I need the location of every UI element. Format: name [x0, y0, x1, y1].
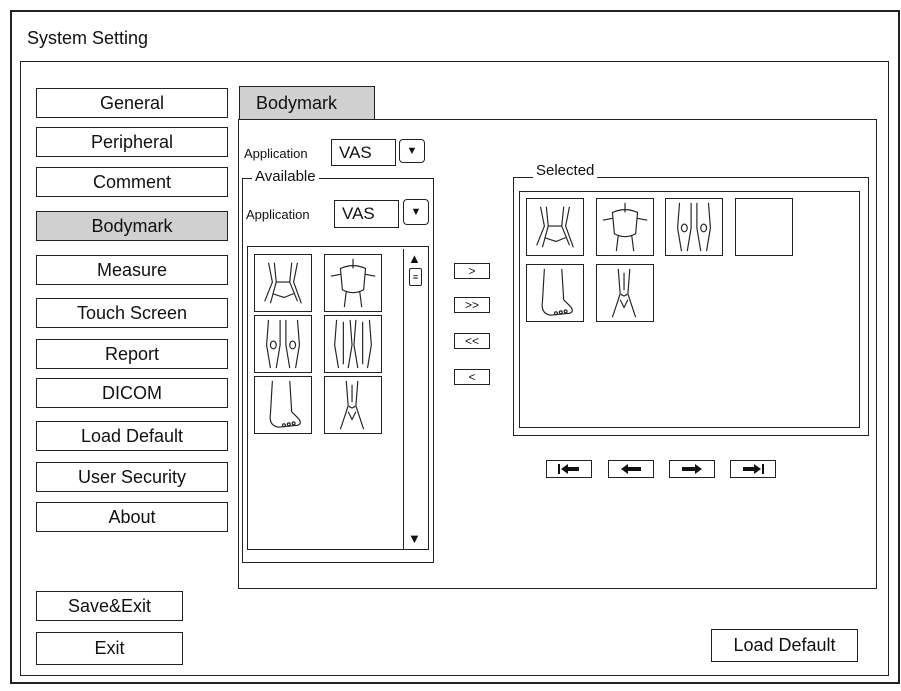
tab-bodymark[interactable]: Bodymark [239, 86, 375, 120]
selected-bodymark-empty-slot[interactable] [735, 198, 793, 256]
leg-vein-icon [339, 380, 365, 430]
foot-icon [541, 268, 573, 316]
vessels-icon [536, 206, 574, 248]
available-bodymark-legs-front[interactable] [254, 315, 312, 373]
vessels-icon [264, 262, 302, 304]
leg-vein-icon [611, 268, 637, 318]
selected-label: Selected [533, 162, 598, 179]
save-exit-button[interactable]: Save&Exit [36, 591, 183, 621]
sidebar-item-measure[interactable]: Measure [36, 255, 228, 285]
available-label: Available [252, 168, 319, 185]
sidebar-item-report[interactable]: Report [36, 339, 228, 369]
sidebar-item-dicom[interactable]: DICOM [36, 378, 228, 408]
remove-button[interactable]: < [454, 369, 490, 385]
sidebar-item-general[interactable]: General [36, 88, 228, 118]
legs-front-icon [266, 319, 300, 369]
sidebar-item-peripheral[interactable]: Peripheral [36, 127, 228, 157]
available-bodymark-torso[interactable] [324, 254, 382, 312]
add-all-button[interactable]: >> [454, 297, 490, 313]
scroll-up-icon[interactable]: ▲ [408, 251, 421, 266]
selected-bodymark-legs-front[interactable] [665, 198, 723, 256]
application-select[interactable]: VAS [331, 139, 396, 166]
foot-icon [269, 380, 301, 428]
available-bodymark-foot[interactable] [254, 376, 312, 434]
torso-icon [330, 258, 376, 308]
move-last-icon [743, 464, 764, 474]
sidebar-item-bodymark[interactable]: Bodymark [36, 211, 228, 241]
sidebar-item-user-security[interactable]: User Security [36, 462, 228, 492]
move-right-icon [682, 464, 702, 474]
available-application-dropdown-button[interactable]: ▼ [403, 199, 429, 225]
move-right-button[interactable] [669, 460, 715, 478]
application-label: Application [244, 146, 308, 161]
chevron-down-icon: ▼ [406, 145, 418, 157]
scroll-thumb[interactable]: ≡ [409, 268, 422, 286]
selected-bodymark-vessels[interactable] [526, 198, 584, 256]
available-scrollbar[interactable] [403, 249, 429, 549]
move-first-button[interactable] [546, 460, 592, 478]
available-bodymark-leg-vein[interactable] [324, 376, 382, 434]
move-left-icon [621, 464, 641, 474]
move-left-button[interactable] [608, 460, 654, 478]
selected-bodymark-leg-vein[interactable] [596, 264, 654, 322]
remove-all-button[interactable]: << [454, 333, 490, 349]
load-default-button[interactable]: Load Default [711, 629, 858, 662]
move-last-button[interactable] [730, 460, 776, 478]
selected-bodymark-foot[interactable] [526, 264, 584, 322]
add-button[interactable]: > [454, 263, 490, 279]
available-application-select[interactable]: VAS [334, 200, 399, 228]
sidebar-item-comment[interactable]: Comment [36, 167, 228, 197]
selected-bodymark-torso[interactable] [596, 198, 654, 256]
move-first-icon [558, 464, 579, 474]
available-bodymark-vessels[interactable] [254, 254, 312, 312]
window-title: System Setting [27, 28, 149, 48]
scroll-down-icon[interactable]: ▼ [408, 531, 421, 546]
legs-back-icon [334, 319, 372, 369]
torso-icon [602, 202, 648, 252]
application-dropdown-button[interactable]: ▼ [399, 139, 425, 163]
sidebar-item-touch-screen[interactable]: Touch Screen [36, 298, 228, 328]
exit-button[interactable]: Exit [36, 632, 183, 665]
available-bodymark-legs-back[interactable] [324, 315, 382, 373]
legs-front-icon [677, 202, 711, 252]
available-application-label: Application [246, 207, 310, 222]
chevron-down-icon: ▼ [410, 206, 422, 218]
sidebar-item-load-default[interactable]: Load Default [36, 421, 228, 451]
sidebar-item-about[interactable]: About [36, 502, 228, 532]
